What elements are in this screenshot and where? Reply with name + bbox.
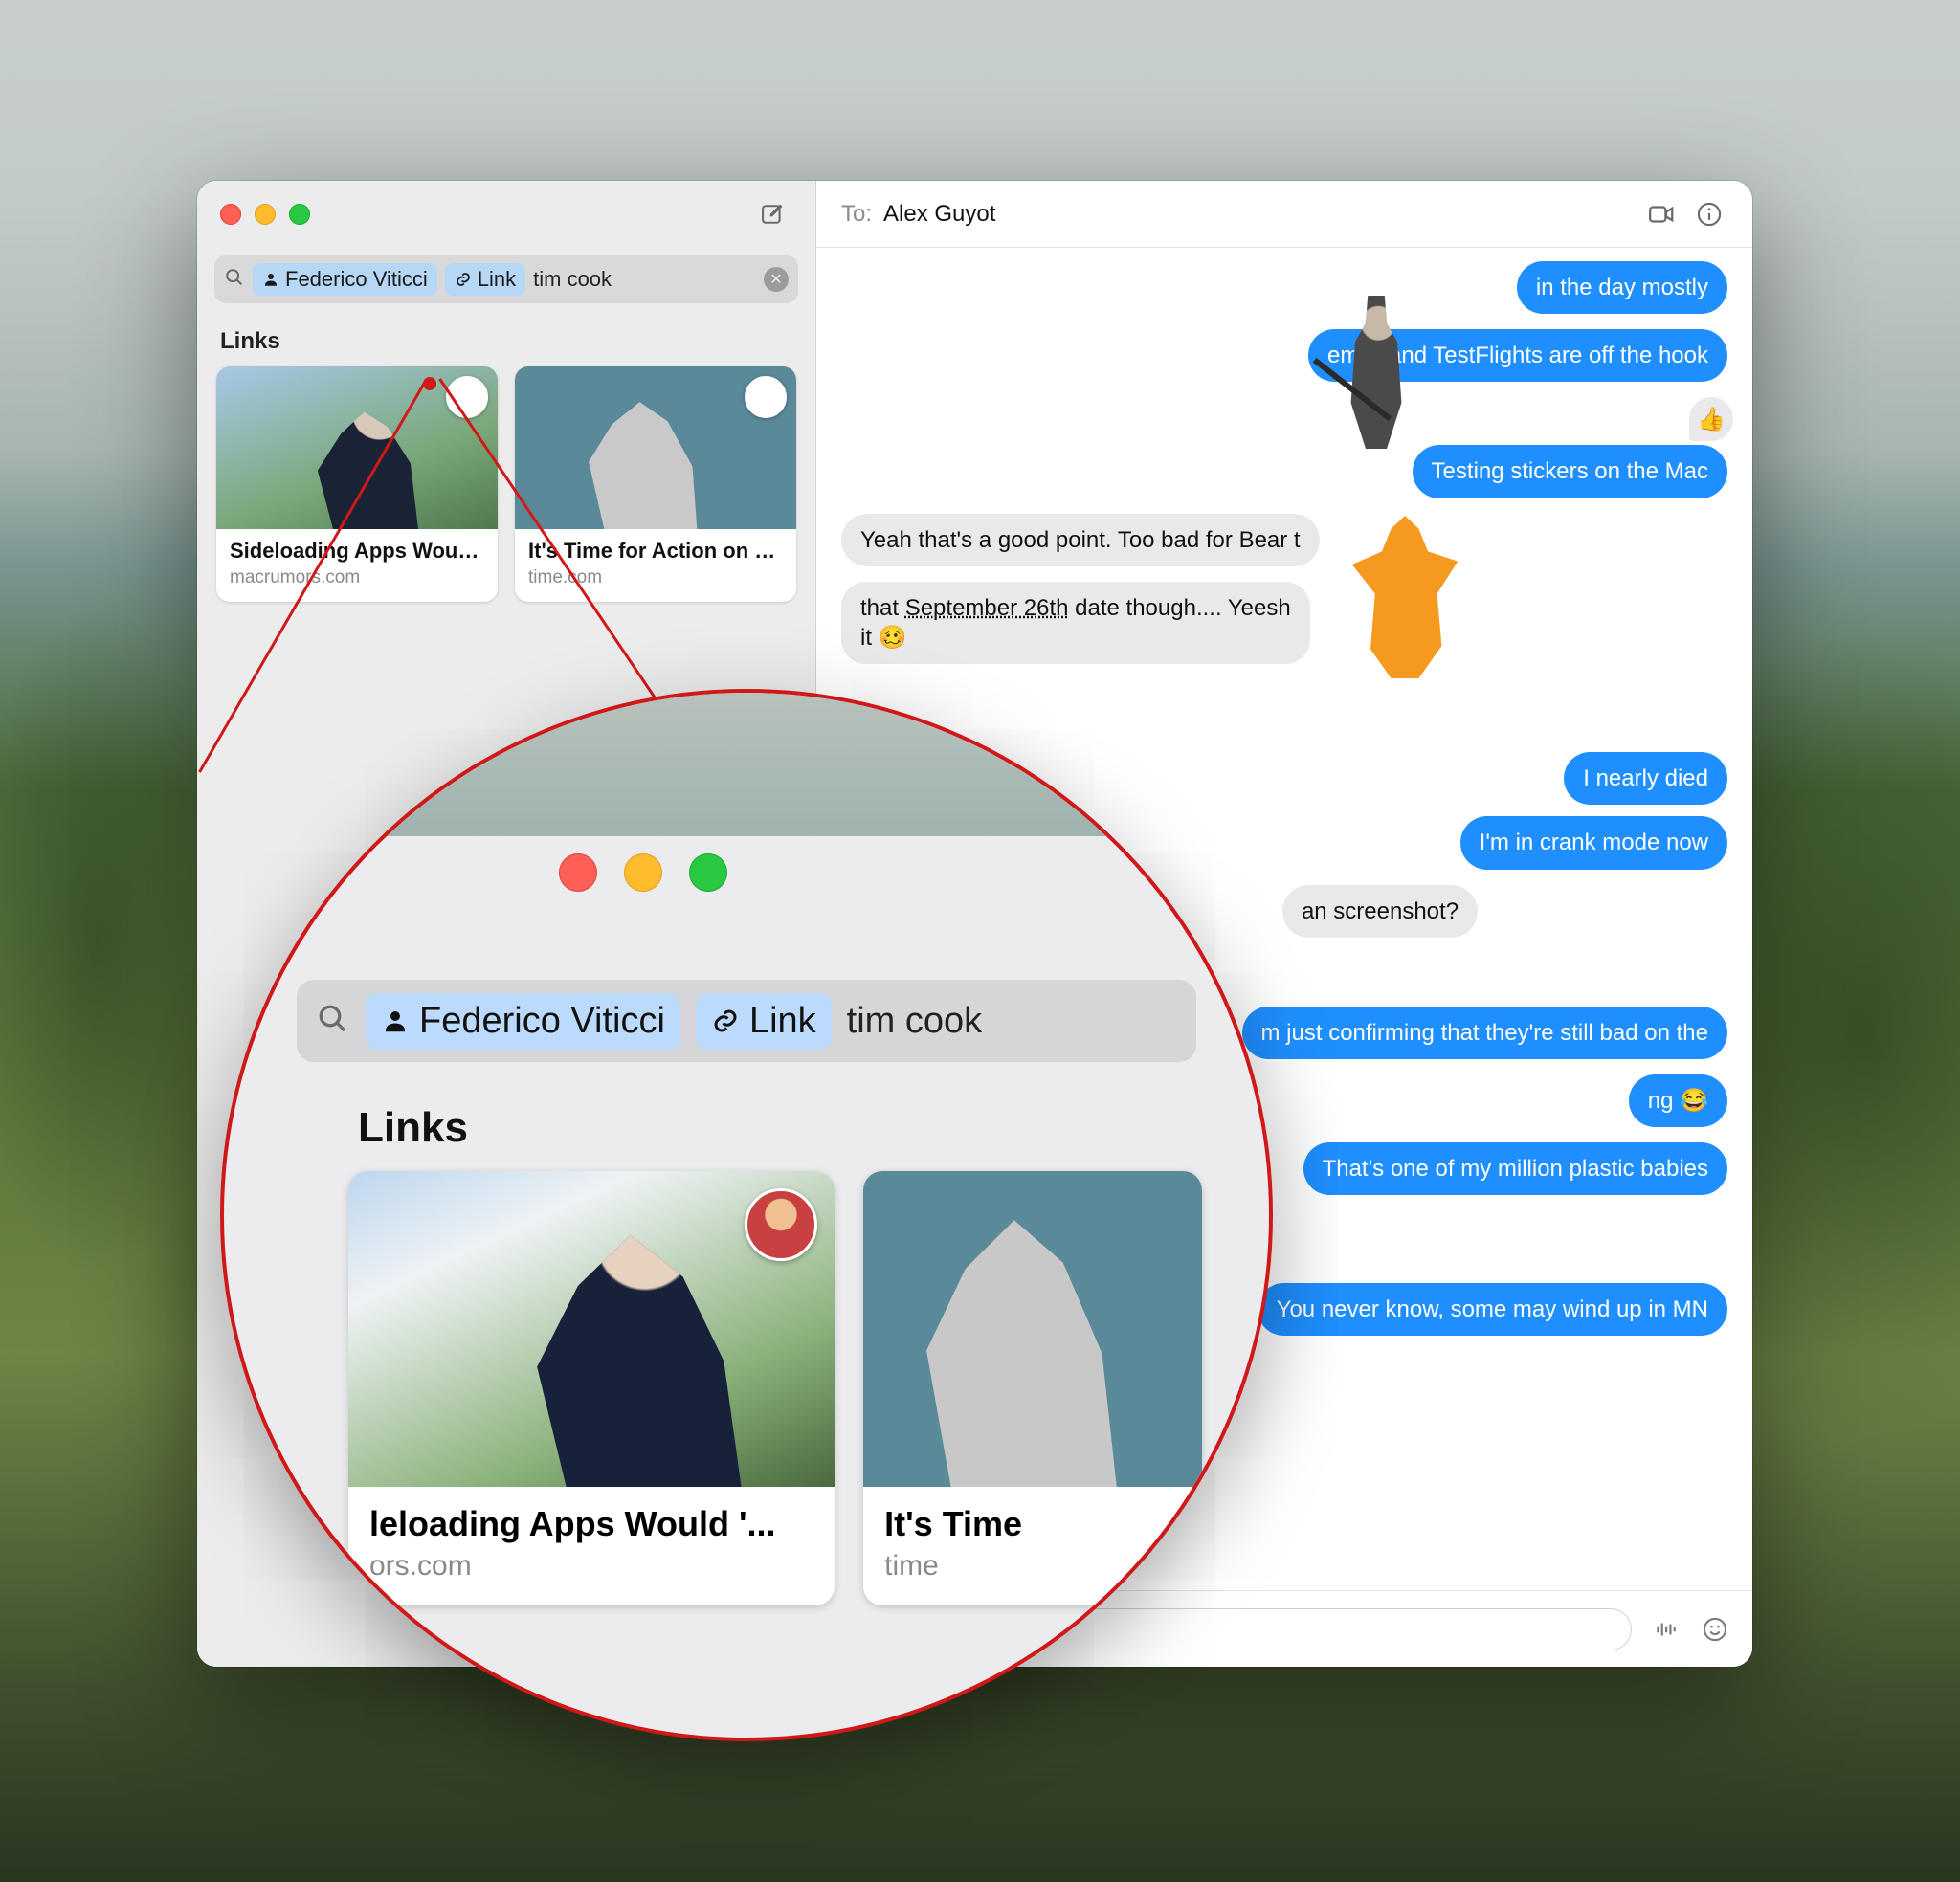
search-query-text: tim cook	[533, 267, 756, 292]
window-titlebar	[197, 181, 815, 248]
facetime-button[interactable]	[1643, 196, 1680, 232]
search-query-text: tim cook	[847, 1001, 982, 1042]
link-result-card[interactable]: It's Time time	[863, 1171, 1202, 1605]
search-token-kind-label: Link	[749, 1001, 816, 1042]
link-title: It's Time for Action on Pri...	[528, 539, 783, 564]
message-outgoing[interactable]: Testing stickers on the Mac	[1413, 445, 1727, 498]
message-outgoing[interactable]: email and TestFlights are off the hook	[1308, 329, 1727, 382]
link-results: Sideloading Apps Would '... macrumors.co…	[197, 366, 815, 602]
compose-button[interactable]	[752, 194, 792, 234]
callout-anchor	[423, 377, 436, 390]
detected-date[interactable]: September 26th	[905, 595, 1069, 621]
message-incoming[interactable]: Yeah that's a good point. Too bad for Be…	[841, 514, 1320, 566]
link-result-card[interactable]: It's Time for Action on Pri... time.com	[515, 366, 796, 602]
link-thumbnail	[515, 366, 796, 529]
link-icon	[455, 271, 472, 288]
tapback-thumbs-up[interactable]: 👍	[1689, 397, 1733, 441]
message-outgoing[interactable]: m just confirming that they're still bad…	[1242, 1007, 1727, 1059]
message-outgoing[interactable]: I'm in crank mode now	[1460, 816, 1727, 869]
search-field[interactable]: Federico Viticci Link tim cook	[297, 980, 1196, 1062]
message-outgoing[interactable]: You never know, some may wind up in MN	[1258, 1283, 1727, 1336]
search-token-kind[interactable]: Link	[696, 993, 832, 1050]
link-title: It's Time	[884, 1504, 1181, 1544]
emoji-picker-button[interactable]	[1699, 1613, 1731, 1646]
link-thumbnail	[216, 366, 498, 529]
window-minimize-button[interactable]	[624, 853, 662, 892]
search-token-person-label: Federico Viticci	[285, 267, 428, 292]
link-results: leloading Apps Would '... ors.com It's T…	[348, 1171, 1202, 1605]
link-domain: time	[884, 1550, 1181, 1583]
results-section-label: Links	[220, 328, 792, 355]
message-outgoing[interactable]: in the day mostly	[1517, 261, 1727, 314]
search-token-kind[interactable]: Link	[445, 263, 525, 296]
person-icon	[381, 1007, 410, 1035]
recipient-name[interactable]: Alex Guyot	[883, 201, 1632, 228]
message-outgoing[interactable]: ng 😂	[1629, 1074, 1727, 1127]
search-icon	[224, 267, 245, 293]
sender-avatar	[745, 1188, 817, 1261]
search-token-person[interactable]: Federico Viticci	[366, 993, 680, 1050]
results-section-label: Links	[358, 1104, 468, 1152]
link-icon	[711, 1007, 740, 1035]
message-outgoing[interactable]: I nearly died	[1564, 752, 1727, 805]
window-close-button[interactable]	[220, 204, 241, 225]
link-domain: macrumors.com	[230, 567, 484, 588]
traffic-lights	[220, 204, 310, 225]
magnifier-callout: Federico Viticci Link tim cook Links lel…	[220, 689, 1273, 1741]
link-domain: ors.com	[369, 1550, 813, 1583]
message-incoming[interactable]: an screenshot?	[1282, 885, 1478, 938]
conversation-header: To: Alex Guyot	[816, 181, 1752, 248]
window-zoom-button[interactable]	[689, 853, 727, 892]
search-icon	[316, 1002, 350, 1041]
link-domain: time.com	[528, 567, 783, 588]
link-title: Sideloading Apps Would '...	[230, 539, 484, 564]
window-close-button[interactable]	[559, 853, 597, 892]
search-token-person-label: Federico Viticci	[419, 1001, 665, 1042]
person-icon	[262, 271, 279, 288]
audio-message-button[interactable]	[1649, 1613, 1682, 1646]
link-result-card[interactable]: leloading Apps Would '... ors.com	[348, 1171, 835, 1605]
message-incoming[interactable]: that September 26th date though.... Yees…	[841, 582, 1310, 664]
clear-search-button[interactable]: ✕	[764, 267, 789, 292]
search-field[interactable]: Federico Viticci Link tim cook ✕	[214, 255, 798, 303]
link-thumbnail	[863, 1171, 1202, 1487]
window-minimize-button[interactable]	[255, 204, 276, 225]
sender-avatar	[745, 376, 787, 418]
sender-avatar	[446, 376, 488, 418]
search-token-kind-label: Link	[478, 267, 516, 292]
traffic-lights	[559, 853, 727, 892]
to-label: To:	[841, 201, 872, 228]
link-result-card[interactable]: Sideloading Apps Would '... macrumors.co…	[216, 366, 498, 602]
search-token-person[interactable]: Federico Viticci	[253, 263, 437, 296]
info-button[interactable]	[1691, 196, 1727, 232]
link-title: leloading Apps Would '...	[369, 1504, 813, 1544]
link-thumbnail	[348, 1171, 835, 1487]
message-outgoing[interactable]: That's one of my million plastic babies	[1303, 1142, 1727, 1195]
window-zoom-button[interactable]	[289, 204, 310, 225]
